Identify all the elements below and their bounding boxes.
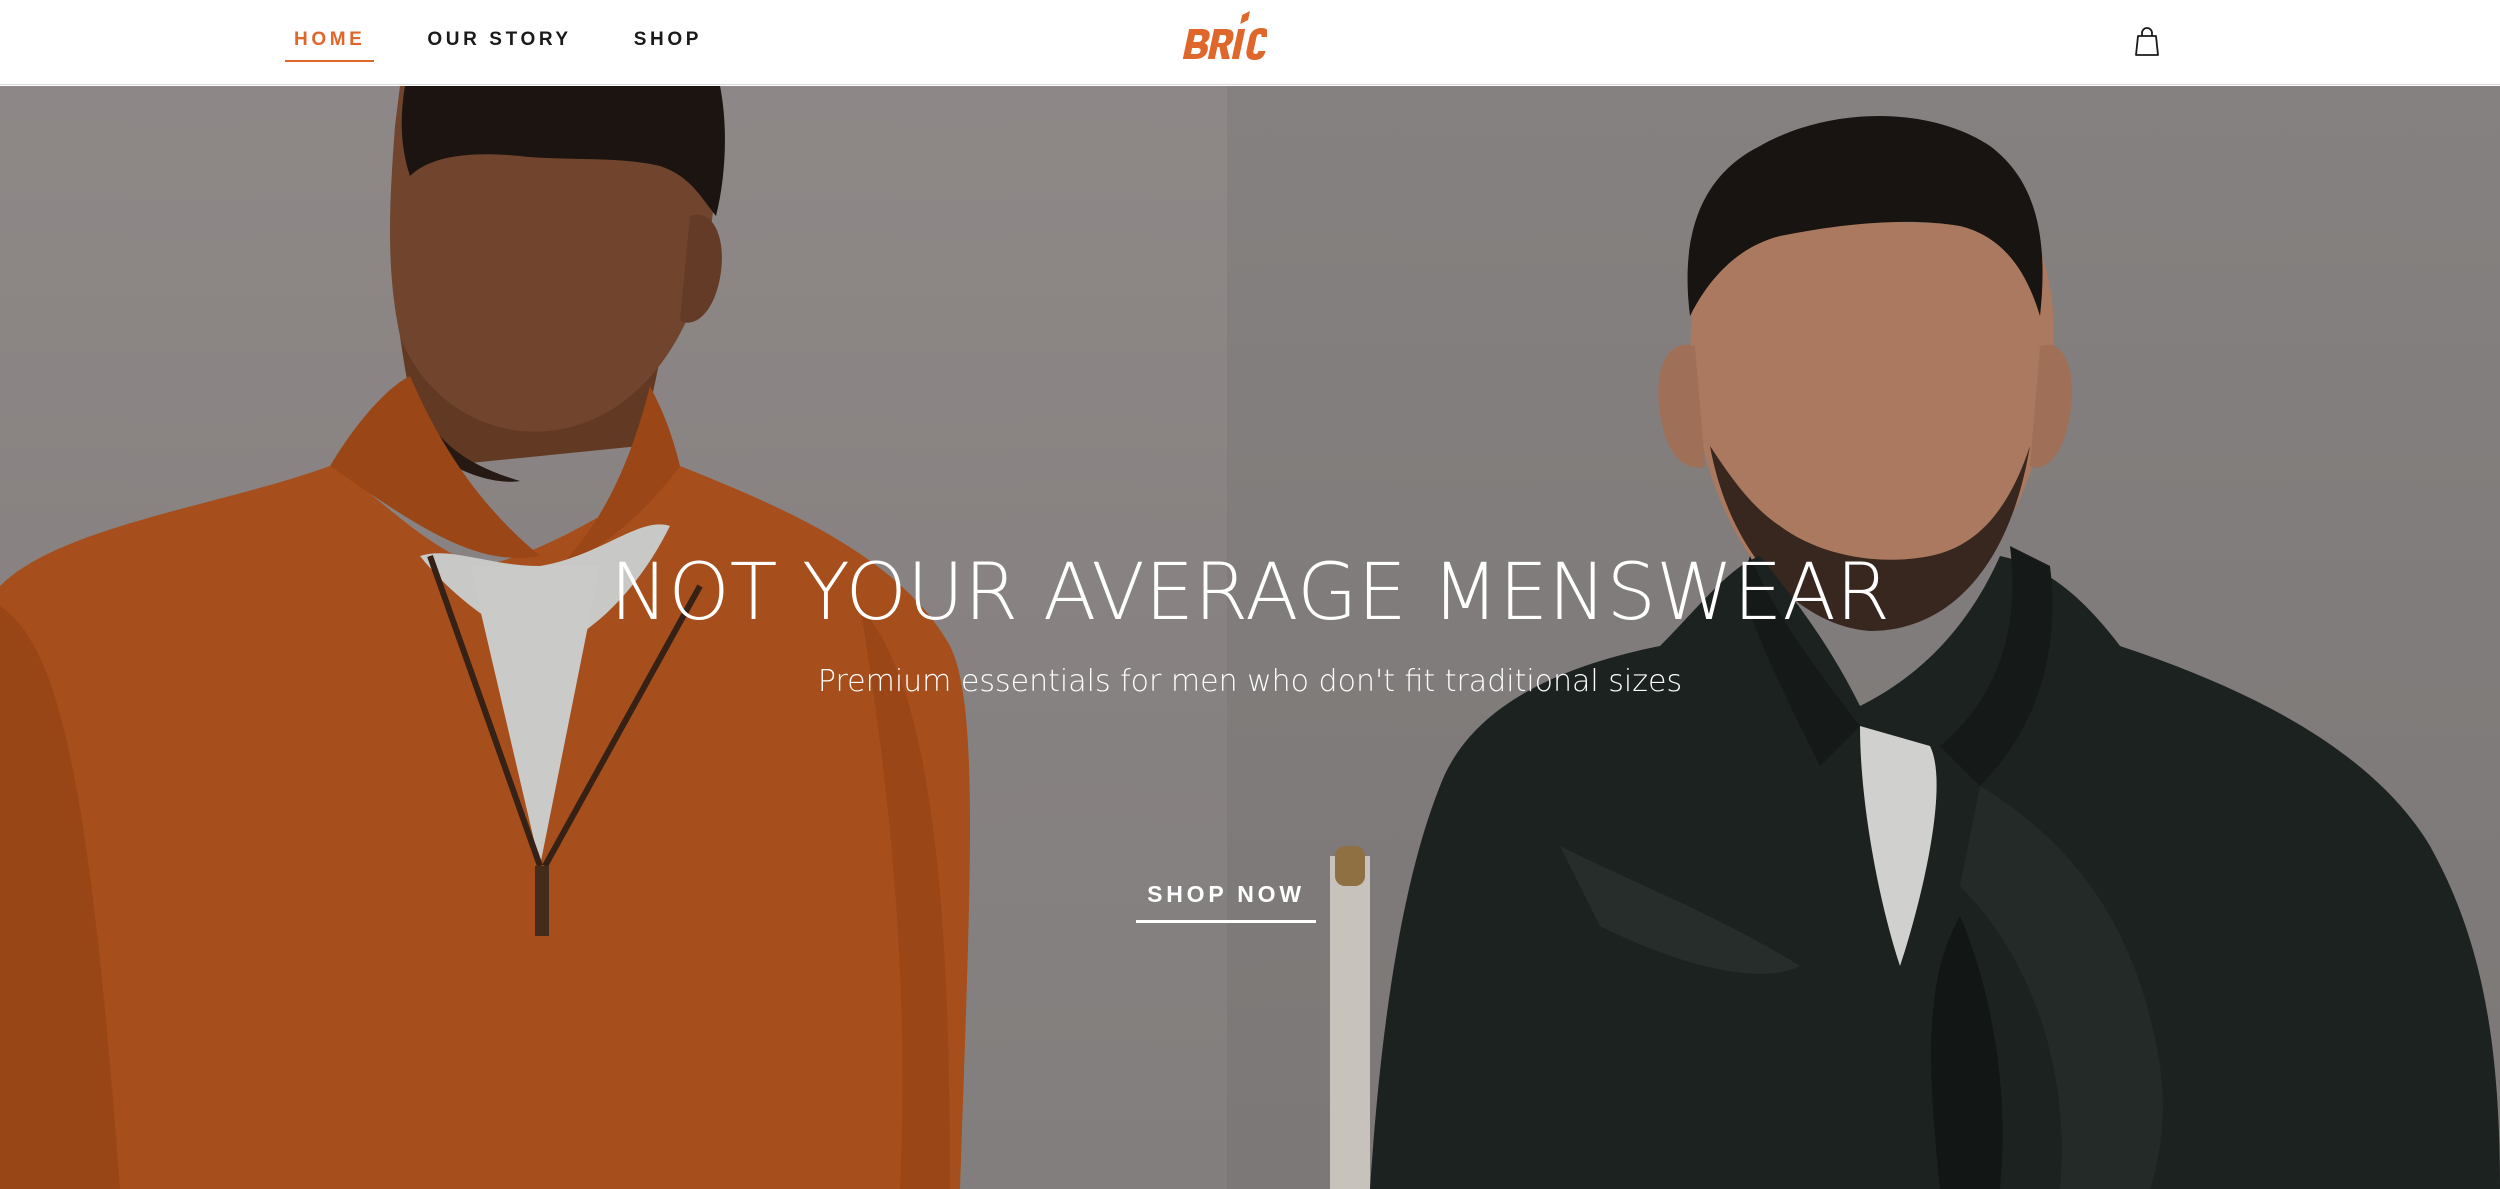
- shopping-bag-icon: [2135, 27, 2159, 56]
- nav-our-story[interactable]: OUR STORY: [417, 0, 581, 62]
- nav-home[interactable]: HOME: [284, 0, 375, 62]
- site-header: HOME OUR STORY SHOP: [0, 0, 2500, 85]
- cart-button[interactable]: [2131, 24, 2163, 60]
- hero-banner: NOT YOUR AVERAGE MENSWEAR Premium essent…: [0, 86, 2500, 1189]
- hero-subtitle: Premium essentials for men who don't fit…: [817, 664, 1683, 699]
- hero-title: NOT YOUR AVERAGE MENSWEAR: [610, 548, 1890, 638]
- hero-content: NOT YOUR AVERAGE MENSWEAR Premium essent…: [0, 86, 2500, 1189]
- shop-now-button[interactable]: SHOP NOW: [1136, 871, 1316, 923]
- nav-shop[interactable]: SHOP: [624, 0, 712, 62]
- bric-logo-mark: [1182, 11, 1267, 60]
- brand-logo[interactable]: [1178, 8, 1270, 72]
- main-nav: HOME OUR STORY SHOP: [284, 0, 712, 85]
